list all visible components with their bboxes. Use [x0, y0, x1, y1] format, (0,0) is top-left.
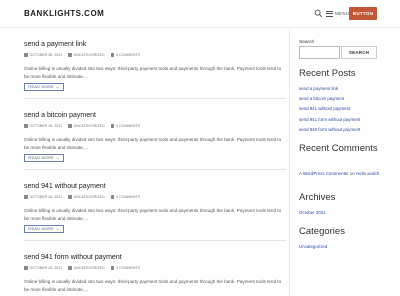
- post-date[interactable]: OCTOBER 28, 2021: [24, 266, 62, 270]
- comment-icon: [110, 124, 115, 128]
- post-meta: OCTOBER 28, 2021 UNCATEGORIZED 0 COMMENT…: [24, 195, 140, 199]
- post-divider: [24, 98, 286, 99]
- post-excerpt: Online billing is usually divided into t…: [24, 66, 282, 79]
- sidebar-divider: [289, 29, 290, 296]
- categories-title: Categories: [299, 226, 345, 237]
- post-date[interactable]: OCTOBER 28, 2021: [24, 124, 62, 128]
- menu-label: MENU: [335, 11, 350, 16]
- folder-icon: [68, 195, 72, 199]
- folder-icon: [68, 266, 72, 270]
- calendar-icon: [24, 195, 28, 199]
- post-item: send 941 form without payment OCTOBER 28…: [24, 253, 286, 292]
- comment-post-link[interactable]: Hello world!: [356, 171, 379, 176]
- post-excerpt: Online billing is usually divided into t…: [24, 208, 282, 221]
- menu-button[interactable]: MENU: [326, 9, 349, 18]
- comment-icon: [110, 53, 115, 57]
- post-category[interactable]: UNCATEGORIZED: [68, 53, 105, 57]
- post-item: send a bitcoin payment OCTOBER 28, 2021 …: [24, 111, 286, 170]
- recent-post-link[interactable]: send 940 form without payment: [299, 127, 360, 132]
- category-link[interactable]: Uncategorized: [299, 244, 327, 249]
- comment-icon: [110, 266, 115, 270]
- read-more-button[interactable]: READ MORE →: [24, 83, 64, 91]
- recent-comment: A WordPress Commenter on Hello world!: [299, 171, 379, 176]
- post-date[interactable]: OCTOBER 28, 2021: [24, 195, 62, 199]
- post-date[interactable]: OCTOBER 28, 2021: [24, 53, 62, 57]
- recent-post-link[interactable]: send 941 without payment: [299, 106, 350, 111]
- folder-icon: [68, 53, 72, 57]
- search-input[interactable]: [299, 46, 340, 59]
- post-category[interactable]: UNCATEGORIZED: [68, 124, 105, 128]
- post-comments[interactable]: 0 COMMENTS: [110, 266, 140, 270]
- post-comments[interactable]: 0 COMMENTS: [110, 124, 140, 128]
- post-category[interactable]: UNCATEGORIZED: [68, 266, 105, 270]
- comment-icon: [110, 195, 115, 199]
- post-title[interactable]: send a bitcoin payment: [24, 111, 286, 120]
- search-icon[interactable]: [314, 9, 323, 18]
- post-excerpt: Online billing is usually divided into t…: [24, 137, 282, 150]
- calendar-icon: [24, 53, 28, 57]
- post-meta: OCTOBER 28, 2021 UNCATEGORIZED 0 COMMENT…: [24, 266, 140, 270]
- post-comments[interactable]: 0 COMMENTS: [110, 195, 140, 199]
- calendar-icon: [24, 266, 28, 270]
- folder-icon: [68, 124, 72, 128]
- post-category[interactable]: UNCATEGORIZED: [68, 195, 105, 199]
- post-meta: OCTOBER 28, 2021 UNCATEGORIZED 0 COMMENT…: [24, 124, 140, 128]
- post-item: send a payment link OCTOBER 28, 2021 UNC…: [24, 40, 286, 99]
- post-divider: [24, 240, 286, 241]
- calendar-icon: [24, 124, 28, 128]
- post-meta: OCTOBER 28, 2021 UNCATEGORIZED 0 COMMENT…: [24, 53, 140, 57]
- post-comments[interactable]: 0 COMMENTS: [110, 53, 140, 57]
- read-more-button[interactable]: READ MORE →: [24, 154, 64, 162]
- site-header: BANKLIGHTS.COM MENU BUTTON: [0, 0, 400, 28]
- read-more-button[interactable]: READ MORE →: [24, 225, 64, 233]
- recent-post-link[interactable]: send a bitcoin payment: [299, 96, 344, 101]
- comment-on-text: on: [349, 171, 355, 176]
- search-label: Search: [299, 40, 315, 45]
- post-excerpt: Online billing is usually divided into t…: [24, 279, 282, 292]
- header-button[interactable]: BUTTON: [349, 7, 377, 20]
- post-title[interactable]: send 941 form without payment: [24, 253, 286, 262]
- recent-posts-title: Recent Posts: [299, 68, 356, 79]
- hamburger-icon: [326, 10, 333, 17]
- archives-title: Archives: [299, 192, 336, 203]
- comment-author-link[interactable]: A WordPress Commenter: [299, 171, 349, 176]
- search-button[interactable]: SEARCH: [341, 46, 377, 59]
- post-title[interactable]: send 941 without payment: [24, 182, 286, 191]
- post-title[interactable]: send a payment link: [24, 40, 286, 49]
- recent-post-link[interactable]: send 941 form without payment: [299, 117, 360, 122]
- site-logo[interactable]: BANKLIGHTS.COM: [24, 9, 104, 18]
- post-divider: [24, 169, 286, 170]
- archive-link[interactable]: October 2021: [299, 210, 326, 215]
- post-item: send 941 without payment OCTOBER 28, 202…: [24, 182, 286, 241]
- recent-comments-title: Recent Comments: [299, 143, 378, 154]
- recent-post-link[interactable]: send a payment link: [299, 86, 338, 91]
